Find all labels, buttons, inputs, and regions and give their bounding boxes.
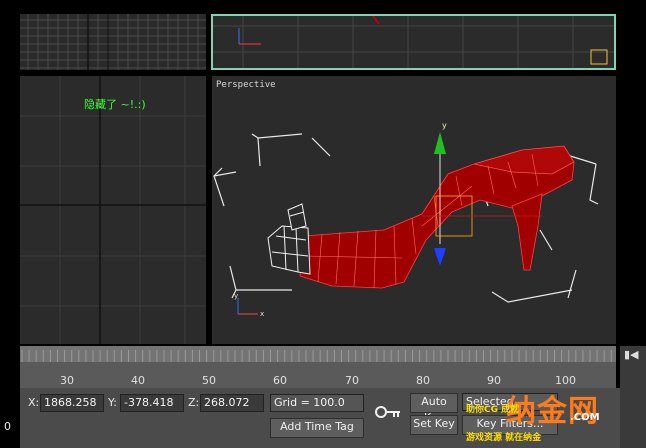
grid-lines [20, 14, 206, 70]
left-edge-char: 0 [4, 420, 11, 433]
grid-lines [20, 76, 206, 344]
perspective-scene: y y x [213, 121, 599, 318]
svg-text:y: y [442, 121, 447, 130]
grid-size-display: Grid = 100.0 [270, 394, 364, 412]
y-label: Y: [108, 396, 117, 409]
viewport-left[interactable]: 隐藏了 ~!.:) [20, 76, 206, 344]
viewport-top-left[interactable] [20, 14, 206, 70]
track-tick-label: 30 [60, 374, 74, 387]
viewport-perspective[interactable]: Perspective y y x [212, 76, 616, 344]
watermark-url: .COM [570, 412, 600, 423]
z-coordinate-field[interactable]: 268.072 [200, 394, 264, 412]
watermark-brand: 纳金网 [506, 394, 599, 429]
track-tick-label: 80 [416, 374, 430, 387]
max-window: 隐藏了 ~!.:) Perspective y y x 30 40 50 60 … [0, 0, 646, 448]
set-key-icon[interactable] [372, 398, 402, 428]
track-ruler[interactable] [20, 346, 616, 362]
svg-text:y: y [234, 292, 238, 300]
watermark-line1: 助你CG 成就 [466, 405, 520, 415]
play-icon[interactable]: ▮◀ [624, 348, 639, 361]
track-tick-label: 40 [131, 374, 145, 387]
viewport-top-right[interactable] [211, 14, 616, 70]
grid-lines [213, 16, 614, 68]
track-tick-label: 70 [345, 374, 359, 387]
auto-key-button[interactable]: Auto Key [410, 393, 458, 424]
y-coordinate-field[interactable]: -378.418 [120, 394, 184, 412]
track-tick-label: 90 [487, 374, 501, 387]
track-tick-label: 60 [273, 374, 287, 387]
axis-tripod-icon: y x [234, 292, 264, 318]
track-bar[interactable]: 30 40 50 60 70 80 90 100 [20, 346, 616, 388]
watermark-line2: 游戏资源 就在纳金 [466, 433, 542, 443]
svg-text:x: x [260, 310, 264, 318]
z-label: Z: [188, 396, 200, 409]
shoe-model [267, 145, 575, 289]
x-coordinate-field[interactable]: 1868.258 [40, 394, 104, 412]
watermark: 纳金网 .COM 助你CG 成就 游戏资源 就在纳金 [462, 388, 642, 448]
set-key-button[interactable]: Set Key [410, 415, 458, 435]
track-tick-label: 50 [202, 374, 216, 387]
viewport-label: Perspective [216, 80, 276, 90]
hidden-note-text: 隐藏了 ~!.:) [84, 98, 146, 111]
x-label: X: [28, 396, 40, 409]
add-time-tag-button[interactable]: Add Time Tag [270, 418, 364, 438]
